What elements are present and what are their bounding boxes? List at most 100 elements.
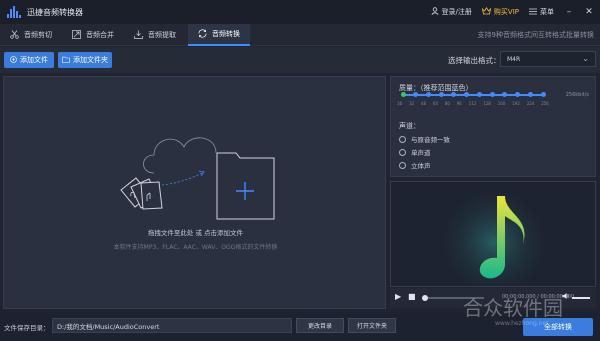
quality-tick-label: 48 [420, 101, 426, 106]
title-bar: 迅捷音频转换器 登录/注册 购买VIP 菜单 – ✕ [0, 0, 600, 24]
tab-label: 音频转换 [212, 30, 240, 38]
play-icon[interactable]: ▶ [395, 292, 401, 301]
drop-hint-main: 拖拽文件至此处 或 点击添加文件 [147, 229, 244, 237]
tab-audio-cut[interactable]: 音频剪切 [0, 24, 62, 46]
tab-audio-merge[interactable]: 音频合并 [62, 24, 124, 46]
quality-tick-dot[interactable] [438, 92, 444, 97]
channel-option-stereo[interactable]: 立体声 [399, 160, 431, 170]
add-folder-label: 添加文件夹 [73, 56, 108, 64]
document-stack-icon [120, 177, 163, 210]
quality-tick-label: 112 [468, 101, 477, 106]
bitrate-value: 256kbit/s [565, 92, 589, 98]
app-logo-icon [7, 6, 21, 18]
watermark-url: www.hezhong.net [495, 320, 549, 327]
quality-tick-dot[interactable] [413, 92, 419, 97]
menu-button[interactable]: 菜单 [529, 7, 554, 17]
add-folder-button[interactable]: 添加文件夹 [58, 52, 112, 68]
quality-slider-fill [403, 94, 543, 96]
quality-tick-label: 256 [541, 101, 549, 106]
login-button[interactable]: 登录/注册 [431, 7, 472, 17]
radio-icon [399, 148, 406, 156]
quality-tick-label: 96 [456, 101, 462, 106]
hamburger-icon [529, 8, 537, 17]
login-label: 登录/注册 [441, 8, 472, 16]
change-dir-label: 更改目录 [307, 323, 332, 330]
close-icon[interactable]: ✕ [584, 7, 594, 17]
watermark: 合众软件园 www.hezhong.net [463, 292, 600, 340]
vip-crown-icon [481, 7, 492, 17]
quality-slider[interactable] [400, 92, 546, 97]
menu-label: 菜单 [540, 8, 554, 16]
output-format-label: 选择输出格式： [448, 56, 501, 65]
quality-tick-dot[interactable] [464, 92, 470, 97]
quality-tick-dot[interactable] [476, 92, 482, 97]
file-drop-area[interactable]: 拖拽文件至此处 或 点击添加文件 本软件支持MP3、FLAC、AAC、WAV、O… [3, 76, 386, 309]
channel-option-original[interactable]: 与原音频一致 [399, 134, 450, 144]
quality-tick-label: 64 [432, 101, 438, 106]
quality-tick-dot[interactable] [400, 92, 406, 97]
user-icon [431, 7, 439, 17]
radio-icon [399, 161, 406, 169]
drop-illustration [120, 137, 275, 220]
audio-preview [390, 181, 596, 287]
tab-bar: 音频剪切 音频合并 音频提取 音频转换 支持9种音频格式间互转格式批量转换 [0, 24, 600, 46]
channel-label: 声道： [399, 122, 420, 130]
plus-circle-icon [10, 55, 17, 65]
radio-icon [399, 135, 406, 143]
add-file-label: 添加文件 [20, 56, 48, 64]
quality-tick-dot[interactable] [489, 92, 495, 97]
quality-tick-label: 80 [444, 101, 450, 106]
save-dir-label: 文件保存目录： [4, 324, 50, 332]
tab-label: 音频提取 [148, 31, 176, 39]
tab-audio-extract[interactable]: 音频提取 [124, 24, 188, 46]
quality-tick-label: 32 [408, 101, 415, 106]
open-folder-label: 打开文件夹 [356, 323, 387, 330]
settings-panel: 质量：（推荐范围蓝色） 256kbit/s 16 32 48 64 80 96 112 128… [390, 76, 596, 177]
quality-label: 质量：（推荐范围蓝色） [399, 84, 473, 92]
seek-knob[interactable] [422, 295, 428, 301]
minimize-icon[interactable]: – [564, 7, 574, 17]
chevron-down-icon: ⌄ [582, 54, 589, 63]
scissors-icon [10, 29, 19, 41]
quality-tick-dot[interactable] [502, 92, 508, 97]
quality-tick-label: 16 [397, 101, 403, 106]
folder-add-icon [216, 152, 275, 220]
channel-option-label: 与原音频一致 [411, 136, 450, 144]
quality-tick-label: 224 [526, 101, 535, 106]
tab-label: 音频合并 [86, 31, 114, 39]
slogan-text: 支持9种音频格式间互转格式批量转换 [477, 31, 594, 39]
merge-icon [72, 29, 81, 41]
vip-label: 购买VIP [493, 8, 519, 16]
output-format-value: M4R [507, 55, 521, 63]
open-folder-button[interactable]: 打开文件夹 [348, 318, 396, 333]
save-path-field[interactable]: D:/我的文档/Music/AudioConvert [52, 318, 292, 333]
change-dir-button[interactable]: 更改目录 [296, 318, 344, 333]
channel-option-label: 单声道 [411, 149, 431, 157]
music-note-icon [434, 182, 554, 286]
quality-tick-dot[interactable] [425, 92, 431, 97]
watermark-text: 合众软件园 [463, 296, 563, 320]
save-path-value: D:/我的文档/Music/AudioConvert [57, 322, 160, 331]
stop-icon[interactable]: ■ [408, 292, 416, 301]
quality-tick-label: 128 [483, 101, 491, 106]
convert-icon [198, 28, 207, 40]
extract-icon [134, 30, 143, 41]
dashed-arrow [161, 172, 203, 186]
quality-tick-dot[interactable] [527, 92, 533, 97]
quality-tick-label: 160 [497, 101, 506, 106]
drop-hint-sub: 本软件支持MP3、FLAC、AAC、WAV、OGG格式的文件转换 [113, 244, 278, 251]
app-title: 迅捷音频转换器 [27, 7, 83, 17]
quality-ticks: 16 32 48 64 80 96 112 128 160 192 224 256 [397, 101, 549, 106]
quality-tick-dot[interactable] [451, 92, 457, 97]
quality-tick-dot[interactable] [540, 92, 546, 97]
channel-option-label: 立体声 [411, 162, 431, 170]
buy-vip-button[interactable]: 购买VIP [481, 7, 519, 17]
output-format-select[interactable]: M4R ⌄ [500, 51, 596, 67]
folder-icon [62, 56, 70, 65]
cloud-icon [143, 137, 217, 174]
tab-label: 音频剪切 [24, 31, 52, 39]
tab-audio-convert[interactable]: 音频转换 [188, 24, 250, 46]
quality-tick-dot[interactable] [515, 92, 521, 97]
channel-option-mono[interactable]: 单声道 [399, 147, 431, 157]
add-file-button[interactable]: 添加文件 [4, 52, 54, 68]
